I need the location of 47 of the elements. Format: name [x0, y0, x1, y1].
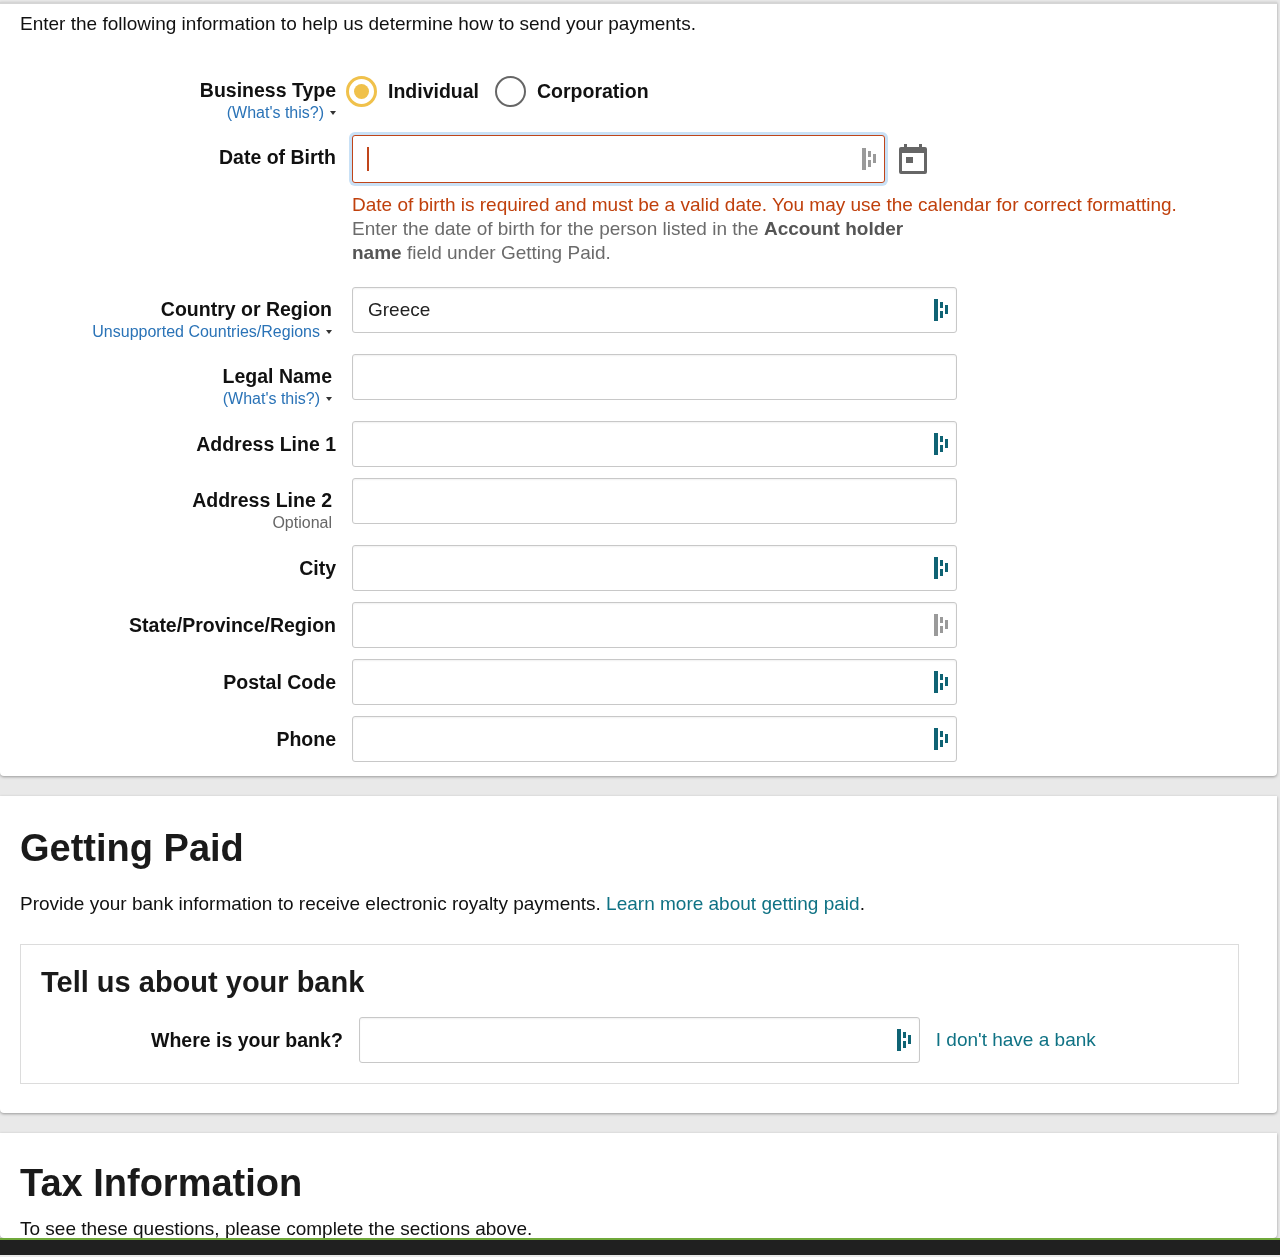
learn-more-link[interactable]: Learn more about getting paid — [606, 893, 860, 914]
field-label: Where is your bank? — [151, 1028, 343, 1052]
field-label: Address Line 2 — [192, 488, 332, 512]
field-label: State/Province/Region — [129, 613, 336, 637]
text-field[interactable] — [352, 421, 957, 467]
error-message: Date of birth is required and must be a valid date. You may use the calendar for correct formatting. — [352, 193, 1178, 217]
optional-note: Optional — [272, 513, 332, 533]
text-field[interactable] — [352, 545, 957, 591]
text-field[interactable] — [352, 602, 957, 648]
text-field[interactable] — [352, 716, 957, 762]
field-label: Phone — [276, 727, 336, 751]
autofill-icon[interactable] — [896, 1029, 913, 1051]
field-label: Date of Birth — [219, 145, 336, 169]
autofill-icon[interactable] — [934, 433, 950, 455]
text-field[interactable] — [352, 478, 957, 524]
calendar-icon[interactable] — [899, 144, 927, 174]
help-link[interactable]: (What's this?) — [222, 388, 320, 410]
field-label: Legal Name — [222, 364, 332, 388]
no-bank-link[interactable]: I don't have a bank — [935, 1029, 1096, 1051]
section-heading: Getting Paid — [20, 826, 245, 870]
caret-icon — [326, 330, 332, 334]
intro-text: Enter the following information to help us determine how to send your payments. — [20, 12, 697, 36]
radio-option[interactable]: Individual — [346, 75, 479, 107]
autofill-icon[interactable] — [934, 728, 950, 750]
section-heading: Tax Information — [20, 1161, 304, 1205]
field-label: Address Line 1 — [196, 432, 336, 456]
hint-text: Enter the date of birth for the person listed in the Account holder name field under Getting Paid. — [352, 217, 905, 265]
field-label: City — [299, 556, 336, 580]
field-label: Country or Region — [160, 297, 332, 321]
help-link[interactable]: Unsupported Countries/Regions — [92, 321, 320, 343]
autofill-icon[interactable] — [934, 671, 950, 693]
field-label: Business Type — [199, 78, 336, 102]
autofill-icon[interactable] — [934, 557, 950, 579]
caret-icon — [326, 397, 332, 401]
field-label: Postal Code — [223, 670, 336, 694]
radio-option[interactable]: Corporation — [495, 75, 649, 107]
autofill-icon[interactable] — [934, 299, 950, 321]
panel-heading: Tell us about your bank — [41, 965, 366, 999]
text-field[interactable]: Greece — [352, 287, 957, 333]
text-field[interactable] — [352, 135, 885, 183]
text-field[interactable] — [352, 354, 957, 400]
caret-icon — [330, 111, 336, 115]
text-field[interactable] — [352, 659, 957, 705]
text-field[interactable] — [358, 1017, 920, 1063]
help-link[interactable]: (What's this?) — [226, 102, 324, 124]
bank-info-text: Provide your bank information to receive electronic royalty payments. Learn more about getting paid. — [20, 892, 866, 916]
text-cursor — [367, 147, 369, 171]
